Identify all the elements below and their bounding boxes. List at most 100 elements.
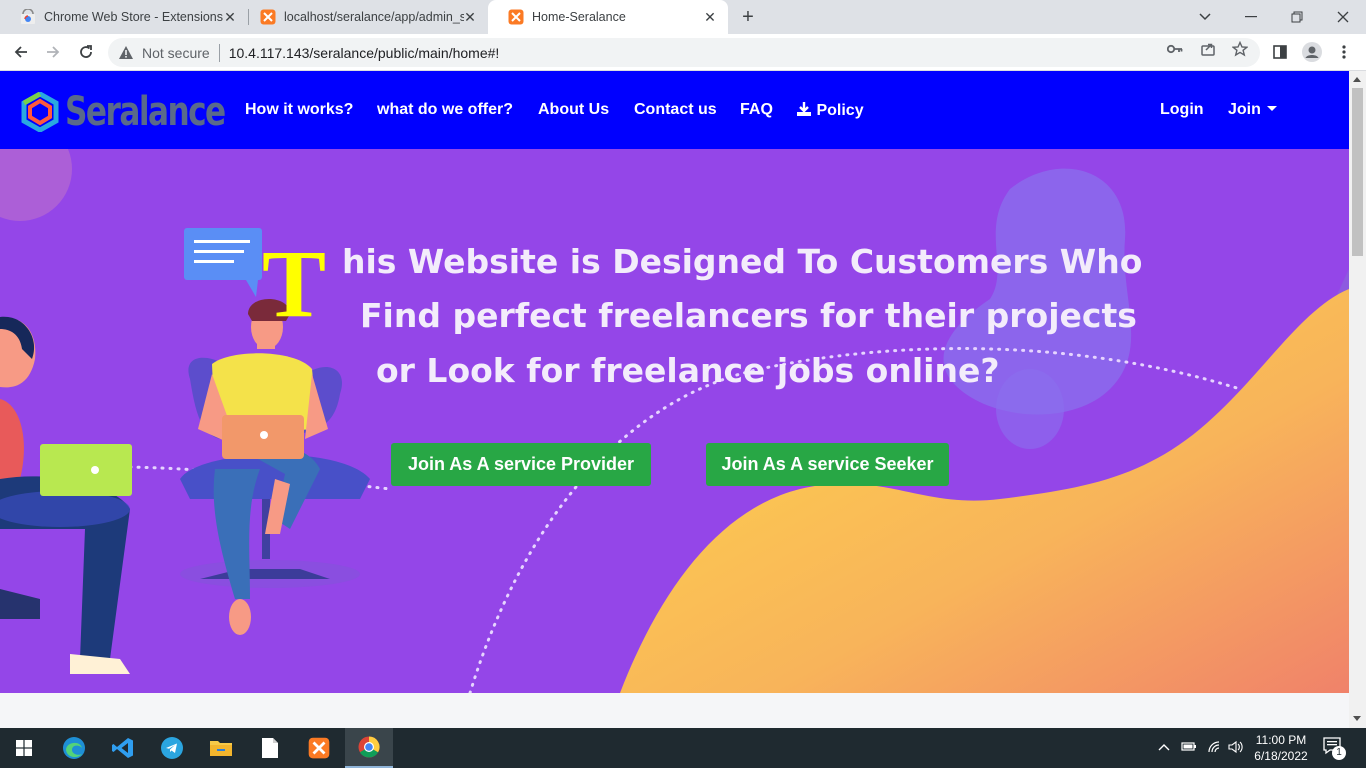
- share-button[interactable]: [1199, 40, 1217, 58]
- nav-join-dropdown[interactable]: Join: [1228, 101, 1277, 119]
- next-section: [0, 693, 1349, 728]
- taskbar-chrome[interactable]: [345, 728, 393, 768]
- chrome-icon: [358, 736, 380, 758]
- hero-drop-cap: T: [262, 230, 327, 337]
- reload-button[interactable]: [74, 40, 98, 64]
- kebab-menu-icon: [1342, 45, 1346, 59]
- clock-date: 6/18/2022: [1254, 749, 1308, 763]
- telegram-icon: [161, 737, 183, 759]
- hero-headline-line-2: Find perfect freelancers for their proje…: [360, 296, 1137, 335]
- hero-section: T his Website is Designed To Customers W…: [0, 149, 1349, 693]
- tab-chrome-web-store[interactable]: Chrome Web Store - Extensions ✕: [0, 0, 248, 34]
- url-text[interactable]: 10.4.117.143/seralance/public/main/home#…: [229, 45, 500, 61]
- nav-login[interactable]: Login: [1160, 101, 1204, 119]
- chrome-web-store-icon: [21, 9, 35, 24]
- chevron-down-icon: [1199, 13, 1211, 21]
- vscode-icon: [112, 738, 133, 758]
- tab-title: Home-Seralance: [532, 10, 626, 24]
- network-tray-button[interactable]: [1207, 740, 1223, 757]
- profile-button[interactable]: [1302, 42, 1322, 62]
- tab-title: localhost/seralance/app/admin_s: [284, 10, 464, 24]
- forward-button[interactable]: [41, 40, 65, 64]
- minimize-icon: [1245, 16, 1257, 18]
- new-tab-button[interactable]: +: [738, 7, 758, 27]
- xampp-icon: [508, 9, 524, 25]
- share-icon: [1201, 43, 1215, 56]
- hero-headline-line-1: his Website is Designed To Customers Who: [342, 242, 1143, 281]
- close-tab-icon[interactable]: ✕: [222, 9, 238, 25]
- security-label[interactable]: Not secure: [142, 45, 210, 61]
- hero-illustration: [0, 149, 1349, 693]
- nav-join-label: Join: [1228, 101, 1261, 118]
- scroll-up-arrow-icon[interactable]: [1353, 77, 1361, 82]
- file-explorer-icon: [210, 741, 232, 756]
- windows-taskbar: 11:00 PM 6/18/2022 1: [0, 728, 1366, 768]
- tab-strip: Chrome Web Store - Extensions ✕ localhos…: [0, 0, 1366, 34]
- page-scrollbar[interactable]: [1349, 71, 1366, 728]
- join-service-provider-button[interactable]: Join As A service Provider: [391, 443, 651, 486]
- scrollbar-thumb[interactable]: [1352, 88, 1363, 256]
- bookmark-button[interactable]: [1231, 40, 1249, 58]
- wifi-icon: [1208, 741, 1220, 753]
- clock-time: 11:00 PM: [1255, 733, 1307, 747]
- logo-text: Seralance: [65, 89, 226, 135]
- password-key-button[interactable]: [1166, 40, 1184, 58]
- taskbar-xampp[interactable]: [295, 728, 343, 768]
- warning-icon: [119, 45, 133, 59]
- tab-home-seralance[interactable]: Home-Seralance ✕: [488, 0, 728, 34]
- notification-count-badge: 1: [1332, 746, 1346, 760]
- star-icon: [1232, 41, 1248, 57]
- download-icon: [797, 102, 811, 116]
- scroll-down-arrow-icon[interactable]: [1353, 716, 1361, 721]
- tab-admin[interactable]: localhost/seralance/app/admin_s ✕: [240, 0, 488, 34]
- join-service-seeker-button[interactable]: Join As A service Seeker: [706, 443, 949, 486]
- battery-icon: [1181, 742, 1196, 751]
- address-bar[interactable]: Not secure 10.4.117.143/seralance/public…: [108, 38, 1260, 67]
- close-tab-icon[interactable]: ✕: [702, 9, 718, 25]
- taskbar-edge[interactable]: [50, 728, 98, 768]
- windows-start-icon: [16, 740, 32, 756]
- site-navbar: Seralance How it works? what do we offer…: [0, 71, 1349, 149]
- taskbar-notepad[interactable]: [246, 728, 294, 768]
- close-window-button[interactable]: [1320, 0, 1366, 34]
- nav-policy-label: Policy: [816, 102, 864, 119]
- xampp-icon: [308, 737, 330, 759]
- nav-policy[interactable]: Policy: [796, 101, 864, 120]
- taskbar-clock[interactable]: 11:00 PM 6/18/2022: [1240, 732, 1322, 764]
- battery-tray-button[interactable]: [1181, 740, 1197, 755]
- notepad-icon: [262, 738, 278, 758]
- nav-contact-us[interactable]: Contact us: [634, 101, 717, 119]
- hero-headline-line-3: or Look for freelance jobs online?: [376, 351, 1000, 390]
- taskbar-telegram[interactable]: [148, 728, 196, 768]
- reload-icon: [80, 45, 92, 58]
- back-button[interactable]: [9, 40, 33, 64]
- restore-icon: [1291, 11, 1303, 23]
- omnibox-separator: [218, 43, 220, 62]
- nav-how-it-works[interactable]: How it works?: [245, 101, 353, 119]
- nav-faq[interactable]: FAQ: [740, 101, 773, 119]
- arrow-right-icon: [47, 46, 60, 58]
- menu-button[interactable]: [1334, 42, 1354, 62]
- show-hidden-icons-button[interactable]: [1158, 740, 1170, 754]
- taskbar-vscode[interactable]: [99, 728, 147, 768]
- xampp-icon: [260, 9, 276, 25]
- close-tab-icon[interactable]: ✕: [462, 9, 478, 25]
- nav-what-we-offer[interactable]: what do we offer?: [377, 101, 513, 119]
- side-panel-button[interactable]: [1270, 42, 1290, 62]
- nav-about-us[interactable]: About Us: [538, 101, 609, 119]
- seralance-logo-icon: [21, 92, 59, 132]
- arrow-left-icon: [14, 46, 27, 58]
- notification-center-button[interactable]: 1: [1322, 736, 1346, 760]
- start-button[interactable]: [0, 728, 48, 768]
- taskbar-file-explorer[interactable]: [197, 728, 245, 768]
- site-logo[interactable]: Seralance: [21, 89, 270, 135]
- edge-icon: [63, 737, 85, 759]
- restore-button[interactable]: [1274, 0, 1320, 34]
- minimize-button[interactable]: [1228, 0, 1274, 34]
- side-panel-icon: [1273, 45, 1287, 59]
- key-icon: [1167, 44, 1183, 54]
- browser-toolbar: Not secure 10.4.117.143/seralance/public…: [0, 34, 1366, 71]
- tab-search-button[interactable]: [1182, 0, 1228, 34]
- avatar-icon: [1302, 42, 1322, 62]
- caret-down-icon: [1266, 106, 1277, 111]
